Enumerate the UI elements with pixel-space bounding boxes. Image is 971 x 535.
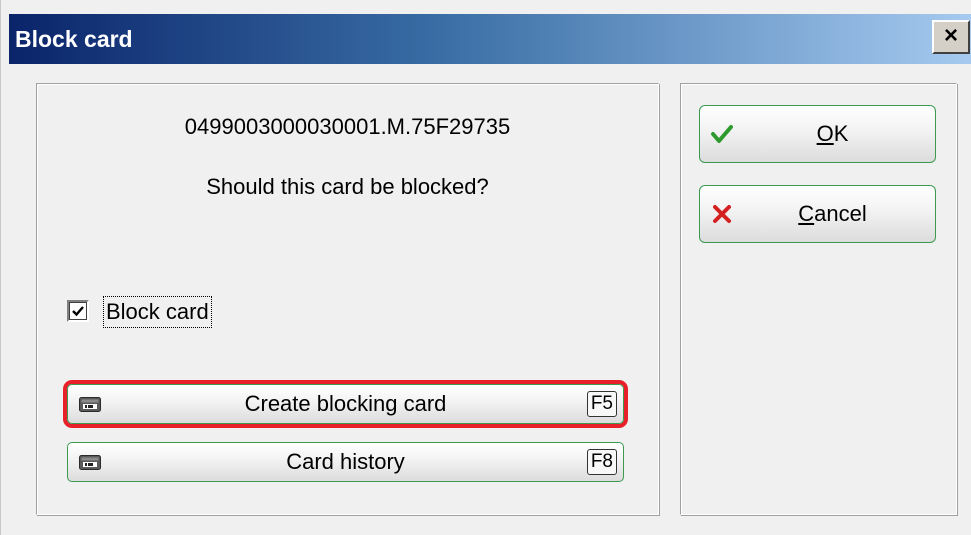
- actions-panel: OK Cancel: [680, 83, 957, 515]
- create-blocking-card-button[interactable]: Create blocking card F5: [67, 384, 624, 424]
- block-card-checkbox[interactable]: [67, 300, 89, 322]
- green-checkmark-icon: [711, 125, 733, 143]
- card-history-button[interactable]: Card history F8: [67, 442, 624, 482]
- create-blocking-card-label: Create blocking card: [244, 391, 447, 416]
- close-button[interactable]: ×: [932, 20, 970, 54]
- card-id-text: 0499003000030001.M.75F29735: [184, 114, 511, 139]
- cancel-label: Cancel: [798, 201, 867, 226]
- block-card-label[interactable]: Block card: [103, 296, 212, 328]
- close-icon: ×: [943, 22, 958, 49]
- ok-button[interactable]: OK: [699, 105, 936, 163]
- ok-label: OK: [816, 121, 849, 146]
- cancel-button[interactable]: Cancel: [699, 185, 936, 243]
- block-card-dialog: Block card × 0499003000030001.M.75F29735…: [0, 0, 971, 535]
- block-question-text: Should this card be blocked?: [206, 174, 489, 199]
- card-info-panel: 0499003000030001.M.75F29735 Should this …: [36, 83, 659, 515]
- title-bar: Block card ×: [9, 14, 971, 64]
- shortcut-f8-badge: F8: [586, 449, 617, 475]
- window-title: Block card: [15, 26, 133, 52]
- shortcut-f5-badge: F5: [586, 391, 617, 417]
- card-history-label: Card history: [286, 449, 405, 474]
- checkmark-icon: [72, 306, 84, 317]
- red-x-icon: [713, 205, 731, 223]
